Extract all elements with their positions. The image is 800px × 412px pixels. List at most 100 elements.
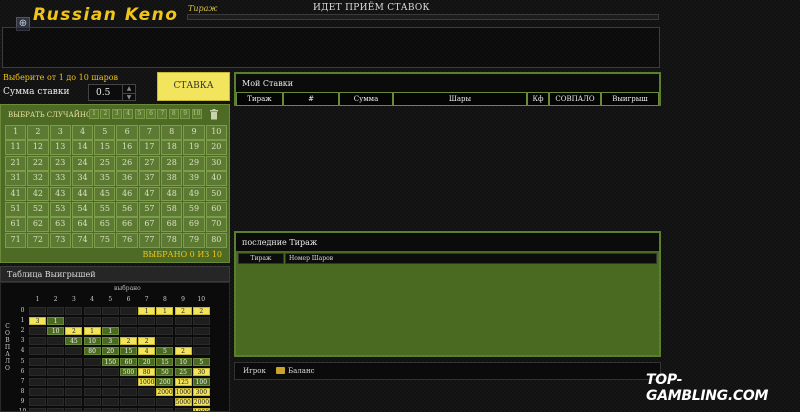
number-cell[interactable]: 39	[183, 171, 205, 187]
number-cell[interactable]: 79	[183, 232, 205, 248]
number-cell[interactable]: 12	[27, 140, 49, 156]
number-cell[interactable]: 62	[27, 217, 49, 233]
number-cell[interactable]: 33	[49, 171, 71, 187]
number-cell[interactable]: 41	[5, 186, 27, 202]
number-cell[interactable]: 69	[183, 217, 205, 233]
number-cell[interactable]: 77	[138, 232, 161, 248]
number-cell[interactable]: 74	[71, 232, 94, 248]
number-cell[interactable]: 71	[5, 232, 27, 248]
pick-count-button[interactable]: 2	[100, 109, 111, 119]
number-cell[interactable]: 17	[138, 140, 161, 156]
number-cell[interactable]: 75	[94, 232, 116, 248]
payout-col-header: 1	[35, 296, 40, 303]
number-cell[interactable]: 29	[183, 155, 205, 171]
number-cell[interactable]: 60	[205, 201, 227, 217]
number-cell[interactable]: 58	[161, 201, 183, 217]
number-cell[interactable]: 35	[94, 171, 116, 187]
payout-cell	[101, 397, 119, 406]
number-cell[interactable]: 65	[94, 217, 116, 233]
number-cell[interactable]: 10	[205, 125, 227, 140]
random-pick-button[interactable]: ВЫБРАТЬ СЛУЧАЙНО	[8, 111, 92, 119]
payout-col-header: 7	[144, 296, 149, 303]
increase-icon[interactable]: ▲	[122, 85, 135, 93]
number-cell[interactable]: 53	[49, 201, 71, 217]
number-cell[interactable]: 57	[138, 201, 161, 217]
pick-count-button[interactable]: 9	[180, 109, 191, 119]
number-cell[interactable]: 7	[138, 125, 161, 140]
number-cell[interactable]: 5	[94, 125, 116, 140]
number-cell[interactable]: 67	[138, 217, 161, 233]
trash-icon[interactable]	[209, 109, 219, 120]
number-cell[interactable]: 30	[205, 155, 227, 171]
number-cell[interactable]: 48	[161, 186, 183, 202]
number-cell[interactable]: 9	[183, 125, 205, 140]
number-cell[interactable]: 42	[27, 186, 49, 202]
number-cell[interactable]: 76	[116, 232, 138, 248]
number-cell[interactable]: 61	[5, 217, 27, 233]
pick-count-button[interactable]: 10	[191, 109, 202, 119]
payout-cell: 100	[192, 377, 210, 386]
number-cell[interactable]: 11	[5, 140, 27, 156]
number-cell[interactable]: 37	[138, 171, 161, 187]
number-cell[interactable]: 19	[183, 140, 205, 156]
number-cell[interactable]: 52	[27, 201, 49, 217]
number-cell[interactable]: 50	[205, 186, 227, 202]
number-cell[interactable]: 27	[138, 155, 161, 171]
number-cell[interactable]: 64	[71, 217, 94, 233]
number-cell[interactable]: 51	[5, 201, 27, 217]
number-cell[interactable]: 1	[5, 125, 27, 140]
number-cell[interactable]: 2	[27, 125, 49, 140]
pick-count-button[interactable]: 8	[168, 109, 179, 119]
number-cell[interactable]: 14	[71, 140, 94, 156]
number-cell[interactable]: 66	[116, 217, 138, 233]
pick-count-button[interactable]: 4	[123, 109, 134, 119]
number-cell[interactable]: 20	[205, 140, 227, 156]
number-cell[interactable]: 6	[116, 125, 138, 140]
number-cell[interactable]: 59	[183, 201, 205, 217]
number-cell[interactable]: 22	[27, 155, 49, 171]
number-cell[interactable]: 3	[49, 125, 71, 140]
number-cell[interactable]: 43	[49, 186, 71, 202]
number-cell[interactable]: 49	[183, 186, 205, 202]
number-cell[interactable]: 40	[205, 171, 227, 187]
number-cell[interactable]: 16	[116, 140, 138, 156]
pick-count-button[interactable]: 1	[89, 109, 99, 119]
number-cell[interactable]: 72	[27, 232, 49, 248]
number-cell[interactable]: 46	[116, 186, 138, 202]
number-cell[interactable]: 56	[116, 201, 138, 217]
pick-count-button[interactable]: 6	[146, 109, 156, 119]
number-cell[interactable]: 73	[49, 232, 71, 248]
amount-field[interactable]: 0.5 ▲ ▼	[88, 84, 136, 101]
number-cell[interactable]: 21	[5, 155, 27, 171]
decrease-icon[interactable]: ▼	[122, 93, 135, 101]
number-cell[interactable]: 25	[94, 155, 116, 171]
number-cell[interactable]: 4	[71, 125, 94, 140]
number-cell[interactable]: 15	[94, 140, 116, 156]
number-cell[interactable]: 18	[161, 140, 183, 156]
number-cell[interactable]: 78	[161, 232, 183, 248]
number-cell[interactable]: 8	[161, 125, 183, 140]
number-cell[interactable]: 44	[71, 186, 94, 202]
number-cell[interactable]: 70	[205, 217, 227, 233]
number-cell[interactable]: 31	[5, 171, 27, 187]
number-cell[interactable]: 80	[205, 232, 227, 248]
number-cell[interactable]: 45	[94, 186, 116, 202]
number-cell[interactable]: 13	[49, 140, 71, 156]
number-cell[interactable]: 28	[161, 155, 183, 171]
number-cell[interactable]: 63	[49, 217, 71, 233]
number-cell[interactable]: 38	[161, 171, 183, 187]
number-cell[interactable]: 32	[27, 171, 49, 187]
number-cell[interactable]: 24	[71, 155, 94, 171]
number-cell[interactable]: 34	[71, 171, 94, 187]
pick-count-button[interactable]: 3	[111, 109, 122, 119]
number-cell[interactable]: 55	[94, 201, 116, 217]
pick-count-button[interactable]: 5	[134, 109, 145, 119]
stake-button[interactable]: СТАВКА	[157, 72, 230, 101]
number-cell[interactable]: 47	[138, 186, 161, 202]
number-cell[interactable]: 23	[49, 155, 71, 171]
number-cell[interactable]: 26	[116, 155, 138, 171]
pick-count-button[interactable]: 7	[157, 109, 168, 119]
number-cell[interactable]: 68	[161, 217, 183, 233]
number-cell[interactable]: 36	[116, 171, 138, 187]
number-cell[interactable]: 54	[71, 201, 94, 217]
